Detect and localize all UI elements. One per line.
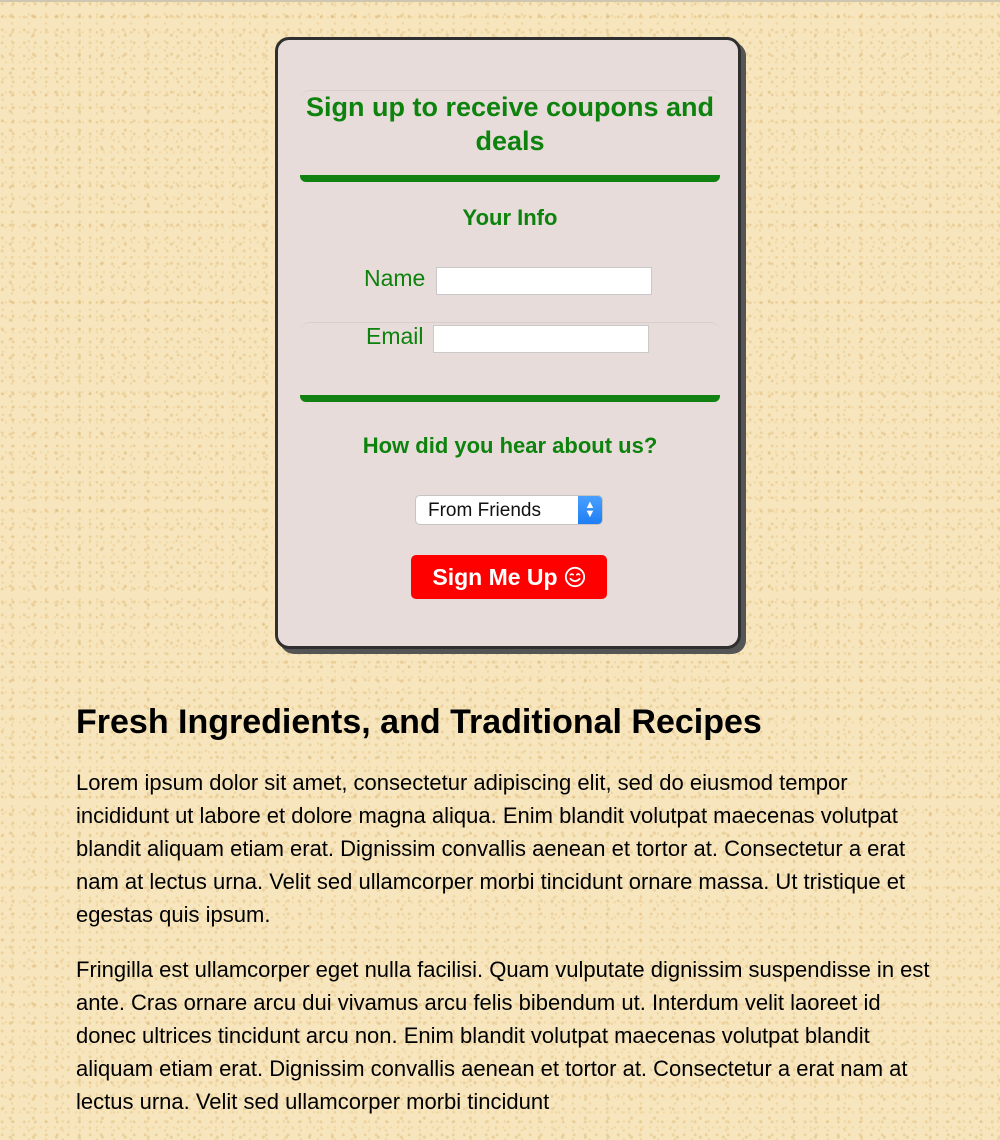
form-title: Sign up to receive coupons and deals	[305, 92, 715, 156]
top-divider	[0, 0, 1000, 2]
referral-select-value: From Friends	[428, 500, 541, 521]
email-label: Email	[366, 323, 424, 349]
email-input[interactable]	[433, 325, 649, 353]
sign-me-up-label: Sign Me Up	[432, 563, 558, 590]
updown-chevron-icon[interactable]: ▲ ▼	[578, 496, 602, 524]
signup-form: Sign up to receive coupons and deals You…	[275, 37, 741, 649]
article: Fresh Ingredients, and Traditional Recip…	[76, 700, 946, 1140]
article-paragraph: Fringilla est ullamcorper eget nulla fac…	[76, 957, 930, 1114]
sign-me-up-button[interactable]: Sign Me Up	[411, 555, 607, 599]
referral-select[interactable]: From Friends ▲ ▼	[415, 495, 603, 525]
article-heading: Fresh Ingredients, and Traditional Recip…	[76, 703, 762, 741]
name-input[interactable]	[436, 267, 652, 295]
hear-about-heading: How did you hear about us?	[362, 433, 658, 458]
smiley-icon	[564, 566, 585, 588]
name-label: Name	[364, 265, 426, 291]
article-paragraph: Lorem ipsum dolor sit amet, consectetur …	[76, 770, 906, 927]
your-info-heading: Your Info	[462, 205, 558, 230]
